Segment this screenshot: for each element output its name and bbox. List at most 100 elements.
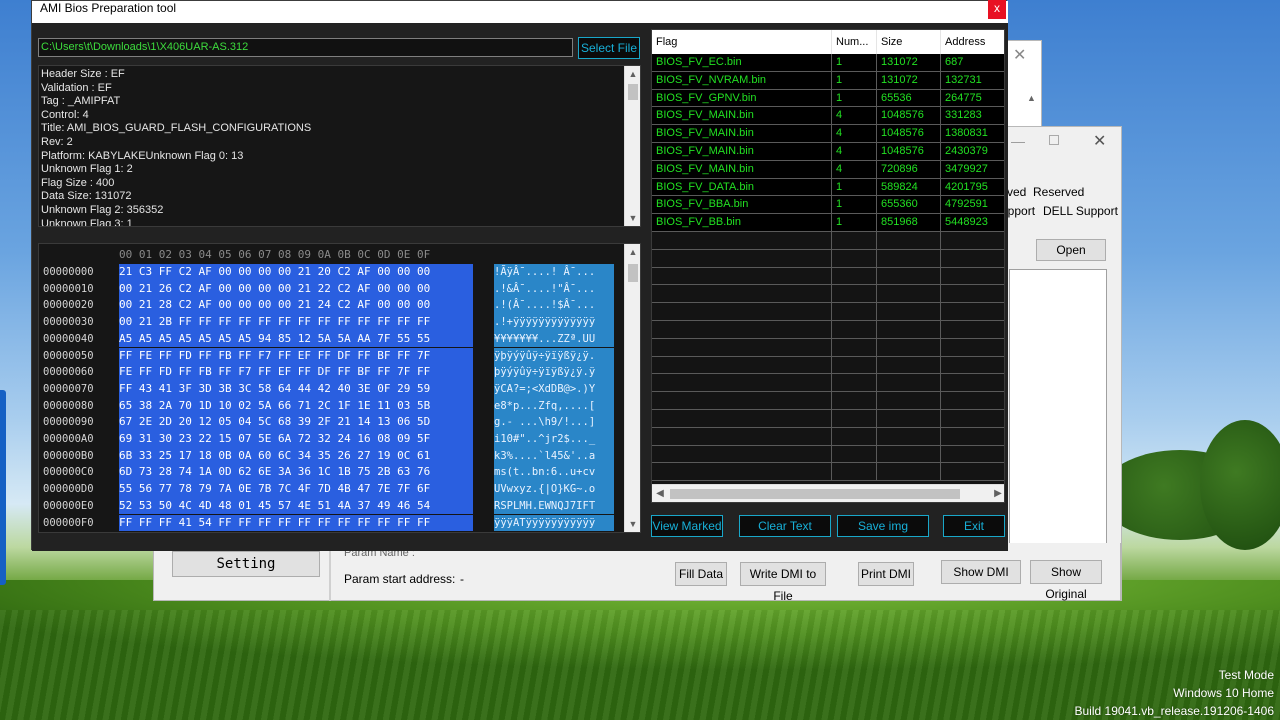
flag-table-hscrollbar[interactable]: ◀ ▶ — [652, 484, 1004, 502]
hex-ascii[interactable]: !ÃÿÂ¯....! Â¯... — [494, 264, 614, 281]
hex-bytes[interactable]: 6D 73 28 74 1A 0D 62 6E 3A 36 1C 1B 75 2… — [119, 464, 473, 482]
hex-bytes[interactable]: 6B 33 25 17 18 0B 0A 60 6C 34 35 26 27 1… — [119, 447, 473, 465]
scroll-up-icon[interactable]: ▲ — [625, 66, 640, 82]
hex-bytes[interactable]: FF FF FF 41 54 FF FF FF FF FF FF FF FF F… — [119, 514, 473, 532]
clear-text-button[interactable]: Clear Text — [739, 515, 831, 537]
scroll-right-icon[interactable]: ▶ — [990, 485, 1004, 502]
hex-row[interactable]: 000000F0 FF FF FF 41 54 FF FF FF FF FF FF… — [39, 514, 624, 532]
column-header-num[interactable]: Num... — [832, 30, 877, 54]
hex-bytes[interactable]: 00 21 26 C2 AF 00 00 00 00 21 22 C2 AF 0… — [119, 280, 473, 298]
scrollbar-thumb[interactable] — [670, 489, 960, 499]
hex-ascii[interactable]: k3%....`l45&'..a — [494, 447, 614, 465]
background-window-bottom[interactable]: Setting Param Name : Param start address… — [153, 543, 1121, 603]
table-row[interactable]: BIOS_FV_GPNV.bin 1 65536 264775 — [652, 89, 1004, 108]
hex-row[interactable]: 00000030 00 21 2B FF FF FF FF FF FF FF FF… — [39, 314, 624, 331]
scrollbar-thumb[interactable] — [628, 84, 638, 100]
table-row[interactable]: BIOS_FV_BB.bin 1 851968 5448923 — [652, 214, 1004, 232]
hex-bytes[interactable]: 69 31 30 23 22 15 07 5E 6A 72 32 24 16 0… — [119, 431, 473, 448]
flag-table[interactable]: Flag Num... Size Address BIOS_FV_EC.bin 1… — [651, 29, 1005, 503]
hex-ascii[interactable]: RSPLMH.EWNQJ7IFT — [494, 497, 614, 515]
write-dmi-button[interactable]: Write DMI to File — [740, 562, 826, 603]
show-dmi-button[interactable]: Show DMI — [941, 560, 1021, 584]
scrollbar-thumb[interactable] — [628, 264, 638, 282]
hex-bytes[interactable]: 00 21 2B FF FF FF FF FF FF FF FF FF FF F… — [119, 314, 473, 331]
hex-row[interactable]: 00000080 65 38 2A 70 1D 10 02 5A 66 71 2C… — [39, 397, 624, 415]
ami-bios-tool-window[interactable]: AMI Bios Preparation tool x C:\Users\t\D… — [31, 0, 1008, 551]
select-file-button[interactable]: Select File — [578, 37, 640, 59]
tab-dell-support[interactable]: DELL Support — [1043, 204, 1118, 218]
hex-ascii[interactable]: ms(t..bn:6..u+cv — [494, 464, 614, 482]
hex-row[interactable]: 000000E0 52 53 50 4C 4D 48 01 45 57 4E 51… — [39, 497, 624, 515]
close-button[interactable]: x — [988, 0, 1006, 19]
hex-ascii[interactable]: .!&Â¯....!"Â¯... — [494, 280, 614, 298]
hex-row[interactable]: 00000070 FF 43 41 3F 3D 3B 3C 58 64 44 42… — [39, 380, 624, 398]
column-header-address[interactable]: Address — [941, 30, 1004, 54]
hex-ascii[interactable]: UVwxyz.{|O}KG~.o — [494, 481, 614, 498]
hex-bytes[interactable]: A5 A5 A5 A5 A5 A5 A5 94 85 12 5A 5A AA 7… — [119, 330, 473, 348]
info-scrollbar[interactable]: ▲ ▼ — [624, 66, 640, 226]
hex-bytes[interactable]: 67 2E 2D 20 12 05 04 5C 68 39 2F 21 14 1… — [119, 414, 473, 431]
show-original-button[interactable]: Show Original — [1030, 560, 1102, 601]
hex-row[interactable]: 00000040 A5 A5 A5 A5 A5 A5 A5 94 85 12 5A… — [39, 330, 624, 348]
scroll-down-icon[interactable]: ▼ — [625, 210, 640, 226]
hex-ascii[interactable]: .!(Â¯....!$Â¯... — [494, 297, 614, 315]
hex-bytes[interactable]: FF 43 41 3F 3D 3B 3C 58 64 44 42 40 3E 0… — [119, 380, 473, 398]
hex-bytes[interactable]: 52 53 50 4C 4D 48 01 45 57 4E 51 4A 37 4… — [119, 497, 473, 515]
title-bar[interactable]: AMI Bios Preparation tool x — [32, 0, 1008, 23]
header-info-textbox[interactable]: Header Size : EF Validation : EF Tag : _AM… — [38, 65, 641, 227]
hex-bytes[interactable]: 21 C3 FF C2 AF 00 00 00 00 21 20 C2 AF 0… — [119, 264, 473, 281]
exit-button[interactable]: Exit — [943, 515, 1005, 537]
close-icon[interactable]: ✕ — [1013, 45, 1026, 65]
scroll-left-icon[interactable]: ◀ — [652, 485, 668, 502]
column-header-flag[interactable]: Flag — [652, 30, 832, 54]
hex-row[interactable]: 00000090 67 2E 2D 20 12 05 04 5C 68 39 2F… — [39, 414, 624, 431]
hex-ascii[interactable]: ÿCA?=;<XdDB@>.)Y — [494, 380, 614, 398]
table-row[interactable]: BIOS_FV_NVRAM.bin 1 131072 132731 — [652, 71, 1004, 90]
hex-row[interactable]: 000000D0 55 56 77 78 79 7A 0E 7B 7C 4F 7D… — [39, 481, 624, 498]
hex-bytes[interactable]: FE FF FD FF FB FF F7 FF EF FF DF FF BF F… — [119, 364, 473, 381]
hex-row[interactable]: 00000010 00 21 26 C2 AF 00 00 00 00 21 22… — [39, 280, 624, 298]
hex-ascii[interactable]: e8*p...Zfq,....[ — [494, 397, 614, 415]
hex-row[interactable]: 00000020 00 21 28 C2 AF 00 00 00 00 21 24… — [39, 297, 624, 315]
hex-ascii[interactable]: ÿþÿýÿûÿ÷ÿïÿßÿ¿ÿ. — [494, 347, 614, 365]
background-listbox[interactable] — [1009, 269, 1107, 549]
tab-ved[interactable]: ved — [1007, 185, 1026, 199]
scroll-up-icon[interactable]: ▲ — [1027, 93, 1036, 103]
view-marked-button[interactable]: View Marked — [651, 515, 723, 537]
hex-bytes[interactable]: 65 38 2A 70 1D 10 02 5A 66 71 2C 1F 1E 1… — [119, 397, 473, 415]
hex-bytes[interactable]: FF FE FF FD FF FB FF F7 FF EF FF DF FF B… — [119, 347, 473, 365]
close-icon[interactable]: ✕ — [1093, 131, 1106, 151]
setting-button[interactable]: Setting — [172, 551, 320, 577]
hex-row[interactable]: 00000060 FE FF FD FF FB FF F7 FF EF FF DF… — [39, 364, 624, 381]
open-button[interactable]: Open — [1036, 239, 1106, 261]
hex-row[interactable]: 00000000 21 C3 FF C2 AF 00 00 00 00 21 20… — [39, 264, 624, 281]
column-header-size[interactable]: Size — [877, 30, 941, 54]
maximize-icon[interactable] — [1049, 135, 1059, 145]
hex-bytes[interactable]: 00 21 28 C2 AF 00 00 00 00 21 24 C2 AF 0… — [119, 297, 473, 315]
table-row[interactable]: BIOS_FV_EC.bin 1 131072 687 — [652, 54, 1004, 72]
table-row[interactable]: BIOS_FV_MAIN.bin 4 720896 3479927 — [652, 160, 1004, 179]
hex-scrollbar[interactable]: ▲ ▼ — [624, 244, 640, 532]
table-row[interactable]: BIOS_FV_MAIN.bin 4 1048576 1380831 — [652, 125, 1004, 143]
background-window-right[interactable]: — ✕ ved Reserved upport DELL Support Ope… — [1000, 126, 1122, 601]
scroll-up-icon[interactable]: ▲ — [625, 244, 640, 260]
save-img-button[interactable]: Save img — [837, 515, 929, 537]
hex-row[interactable]: 000000A0 69 31 30 23 22 15 07 5E 6A 72 32… — [39, 431, 624, 448]
hex-ascii[interactable]: ÿÿÿATÿÿÿÿÿÿÿÿÿÿÿ — [494, 514, 614, 532]
hex-ascii[interactable]: g.- ...\h9/!...] — [494, 414, 614, 431]
hex-ascii[interactable]: ¥¥¥¥¥¥¥...ZZª.UU — [494, 330, 614, 348]
hex-row[interactable]: 000000B0 6B 33 25 17 18 0B 0A 60 6C 34 35… — [39, 447, 624, 465]
print-dmi-button[interactable]: Print DMI — [858, 562, 914, 586]
table-row[interactable]: BIOS_FV_DATA.bin 1 589824 4201795 — [652, 178, 1004, 197]
table-row[interactable]: BIOS_FV_MAIN.bin 4 1048576 331283 — [652, 107, 1004, 126]
minimize-icon[interactable]: — — [1011, 133, 1025, 149]
hex-row[interactable]: 00000050 FF FE FF FD FF FB FF F7 FF EF FF… — [39, 347, 624, 365]
hex-ascii[interactable]: þÿýÿûÿ÷ÿïÿßÿ¿ÿ.ÿ — [494, 364, 614, 381]
scroll-down-icon[interactable]: ▼ — [625, 516, 640, 532]
file-path-field[interactable]: C:\Users\t\Downloads\1\X406UAR-AS.312 — [38, 38, 573, 57]
hex-ascii[interactable]: i10#"..^jr2$..._ — [494, 431, 614, 448]
tab-reserved[interactable]: Reserved — [1033, 185, 1084, 199]
table-row[interactable]: BIOS_FV_BBA.bin 1 655360 4792591 — [652, 196, 1004, 215]
fill-data-button[interactable]: Fill Data — [675, 562, 727, 586]
table-row[interactable]: BIOS_FV_MAIN.bin 4 1048576 2430379 — [652, 143, 1004, 161]
